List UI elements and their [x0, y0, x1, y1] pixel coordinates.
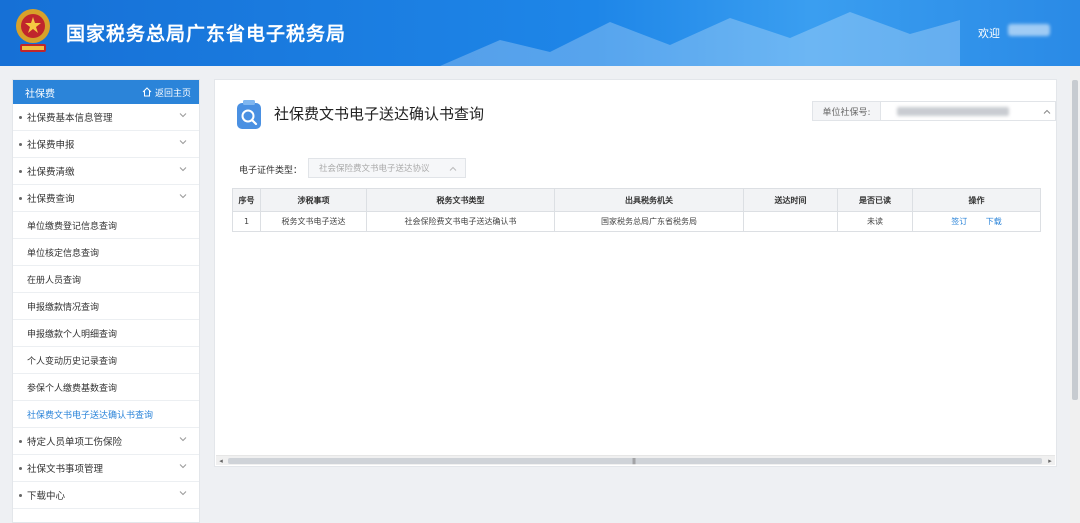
chevron-up-icon[interactable]: [1043, 108, 1051, 116]
sidebar-title: 社保费: [25, 88, 55, 100]
sidebar-item-label: 社保费申报: [27, 140, 75, 151]
sidebar-item-basic-info[interactable]: 社保费基本信息管理: [13, 104, 199, 131]
unit-label: 单位社保号:: [813, 102, 881, 120]
download-link[interactable]: 下载: [986, 217, 1002, 226]
scroll-right-icon[interactable]: ▸: [1045, 456, 1055, 466]
bullet-icon: [19, 116, 22, 119]
bullet-icon: [19, 197, 22, 200]
chevron-up-icon: [449, 166, 457, 171]
results-table: 序号 涉税事项 税务文书类型 出具税务机关 送达时间 是否已读 操作 1 税务文…: [232, 188, 1041, 232]
page-title: 社保费文书电子送达确认书查询: [274, 105, 485, 123]
home-icon: [142, 87, 152, 97]
home-link[interactable]: 返回主页: [142, 86, 191, 99]
cell-authority: 国家税务总局广东省税务局: [554, 211, 744, 232]
col-header-matter: 涉税事项: [260, 188, 367, 212]
vertical-scrollbar[interactable]: [1070, 66, 1080, 523]
sidebar-item-query[interactable]: 社保费查询: [13, 185, 199, 212]
sidebar-header: 社保费 返回主页: [13, 80, 199, 104]
table-row: 1 税务文书电子送达 社会保险费文书电子送达确认书 国家税务总局广东省税务局 未…: [232, 211, 1041, 232]
sidebar-item-label: 下载中心: [27, 491, 66, 502]
chevron-down-icon: [179, 437, 187, 442]
chevron-down-icon: [179, 167, 187, 172]
bullet-icon: [19, 467, 22, 470]
col-header-read-status: 是否已读: [837, 188, 913, 212]
unit-value-redacted[interactable]: [881, 102, 1055, 120]
cell-matter: 税务文书电子送达: [260, 211, 367, 232]
cell-index: 1: [232, 211, 261, 232]
certificate-type-value: 社会保险费文书电子送达协议: [319, 164, 430, 174]
sidebar-item-injury-insurance[interactable]: 特定人员单项工伤保险: [13, 428, 199, 455]
site-title: 国家税务总局广东省电子税务局: [66, 23, 347, 45]
col-header-actions: 操作: [912, 188, 1041, 212]
col-header-index: 序号: [232, 188, 261, 212]
sidebar-item-label: 特定人员单项工伤保险: [27, 437, 123, 448]
col-header-document-type: 税务文书类型: [366, 188, 555, 212]
sidebar-item-document-management[interactable]: 社保文书事项管理: [13, 455, 199, 482]
main-panel: 社保费文书电子送达确认书查询 单位社保号: 电子证件类型： 社会保险费文书电子送…: [214, 79, 1057, 467]
chevron-down-icon: [179, 113, 187, 118]
cell-delivery-time: [743, 211, 838, 232]
welcome-text: 欢迎: [978, 27, 1000, 40]
chevron-down-icon: [179, 194, 187, 199]
filter-label: 电子证件类型：: [239, 166, 303, 176]
bullet-icon: [19, 440, 22, 443]
cell-read-status: 未读: [837, 211, 913, 232]
sidebar-subitem[interactable]: 个人变动历史记录查询: [13, 347, 199, 374]
username-redacted[interactable]: [1008, 24, 1050, 36]
sidebar-subitem[interactable]: 申报缴款个人明细查询: [13, 320, 199, 347]
bullet-icon: [19, 494, 22, 497]
sidebar-item-label: 社保费查询: [27, 194, 75, 205]
home-link-label: 返回主页: [154, 88, 191, 99]
sidebar-subitem[interactable]: 单位缴费登记信息查询: [13, 212, 199, 239]
sidebar-subitem[interactable]: 在册人员查询: [13, 266, 199, 293]
sidebar-subitem-active[interactable]: 社保费文书电子送达确认书查询: [13, 401, 199, 428]
mountain-background-icon: [440, 12, 960, 66]
certificate-type-select[interactable]: 社会保险费文书电子送达协议: [308, 158, 466, 178]
col-header-authority: 出具税务机关: [554, 188, 744, 212]
sidebar-subitem[interactable]: 单位核定信息查询: [13, 239, 199, 266]
vertical-scroll-thumb[interactable]: [1072, 80, 1078, 400]
sign-link[interactable]: 签订: [951, 217, 967, 226]
cell-actions: 签订 下载: [912, 211, 1041, 232]
scroll-grip-icon: |||: [632, 458, 636, 465]
sidebar-item-label: 社保费清缴: [27, 167, 75, 178]
site-header: 国家税务总局广东省电子税务局 欢迎: [0, 0, 1080, 66]
chevron-down-icon: [179, 491, 187, 496]
chevron-down-icon: [179, 464, 187, 469]
sidebar-subitem[interactable]: 参保个人缴费基数查询: [13, 374, 199, 401]
bullet-icon: [19, 170, 22, 173]
sidebar-item-label: 社保文书事项管理: [27, 464, 104, 475]
cell-document-type: 社会保险费文书电子送达确认书: [366, 211, 555, 232]
sidebar: 社保费 返回主页 社保费基本信息管理 社保费申报 社保费清缴 社保费查询 单位缴…: [12, 79, 200, 523]
scroll-left-icon[interactable]: ◂: [216, 456, 226, 466]
national-emblem-icon: [16, 9, 50, 52]
document-search-icon: [237, 100, 261, 129]
table-header-row: 序号 涉税事项 税务文书类型 出具税务机关 送达时间 是否已读 操作: [232, 188, 1041, 212]
sidebar-subitem[interactable]: 申报缴款情况查询: [13, 293, 199, 320]
chevron-down-icon: [179, 140, 187, 145]
unit-social-security-field[interactable]: 单位社保号:: [812, 101, 1056, 121]
sidebar-item-payment[interactable]: 社保费清缴: [13, 158, 199, 185]
sidebar-item-label: 社保费基本信息管理: [27, 113, 113, 124]
sidebar-item-declaration[interactable]: 社保费申报: [13, 131, 199, 158]
horizontal-scrollbar[interactable]: ◂ ||| ▸: [216, 455, 1055, 465]
sidebar-item-download-center[interactable]: 下载中心: [13, 482, 199, 509]
col-header-delivery-time: 送达时间: [743, 188, 838, 212]
bullet-icon: [19, 143, 22, 146]
